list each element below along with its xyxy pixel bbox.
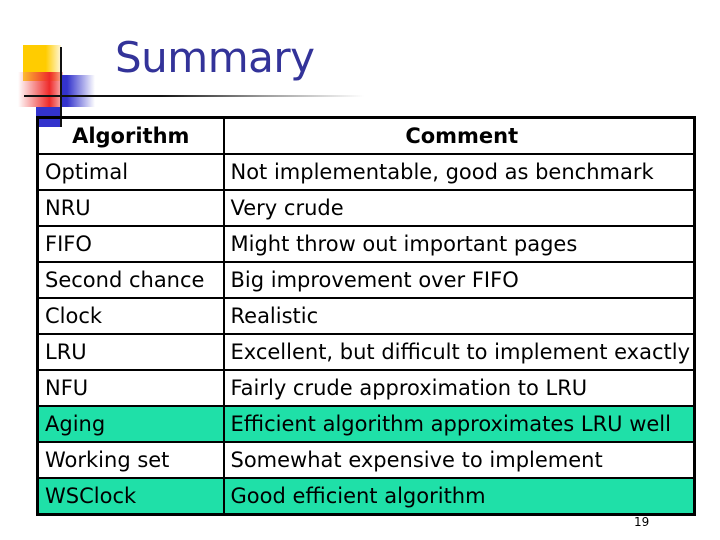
comment-cell: Good efficient algorithm: [222, 477, 696, 516]
comment-cell: Fairly crude approximation to LRU: [222, 369, 696, 407]
title-underline: [24, 95, 364, 97]
table-row: NFU Fairly crude approximation to LRU: [36, 369, 696, 407]
page-number: 19: [634, 515, 650, 529]
table-header-row: Algorithm Comment: [36, 116, 696, 155]
comment-cell: Might throw out important pages: [222, 225, 696, 263]
header-algorithm: Algorithm: [36, 116, 225, 155]
algorithm-cell: Clock: [36, 297, 225, 335]
table-row: FIFO Might throw out important pages: [36, 225, 696, 263]
summary-table: Algorithm Comment Optimal Not implementab…: [36, 116, 696, 516]
comment-cell: Not implementable, good as benchmark: [222, 153, 696, 191]
table-row: WSClock Good efficient algorithm: [36, 477, 696, 516]
decor-blue-square: [60, 75, 95, 107]
table-row: Clock Realistic: [36, 297, 696, 335]
algorithm-cell: Second chance: [36, 261, 225, 299]
table-row: Second chance Big improvement over FIFO: [36, 261, 696, 299]
algorithm-cell: NRU: [36, 189, 225, 227]
comment-cell: Somewhat expensive to implement: [222, 441, 696, 479]
decor-vertical-rule: [60, 47, 62, 127]
comment-cell: Realistic: [222, 297, 696, 335]
table-row: Working set Somewhat expensive to impleme…: [36, 441, 696, 479]
decor-red-square: [18, 72, 63, 107]
comment-cell: Excellent, but difficult to implement ex…: [222, 333, 696, 371]
table-row: LRU Excellent, but difficult to implement…: [36, 333, 696, 371]
comment-cell: Very crude: [222, 189, 696, 227]
algorithm-cell: Working set: [36, 441, 225, 479]
algorithm-cell: NFU: [36, 369, 225, 407]
table-row: NRU Very crude: [36, 189, 696, 227]
algorithm-cell: FIFO: [36, 225, 225, 263]
table-row: Aging Efficient algorithm approximates LR…: [36, 405, 696, 443]
header-comment: Comment: [222, 116, 696, 155]
comment-cell: Big improvement over FIFO: [222, 261, 696, 299]
comment-cell: Efficient algorithm approximates LRU wel…: [222, 405, 696, 443]
algorithm-cell: LRU: [36, 333, 225, 371]
table-row: Optimal Not implementable, good as benchm…: [36, 153, 696, 191]
algorithm-cell: Aging: [36, 405, 225, 443]
slide-title: Summary: [115, 33, 315, 82]
algorithm-cell: WSClock: [36, 477, 225, 516]
algorithm-cell: Optimal: [36, 153, 225, 191]
